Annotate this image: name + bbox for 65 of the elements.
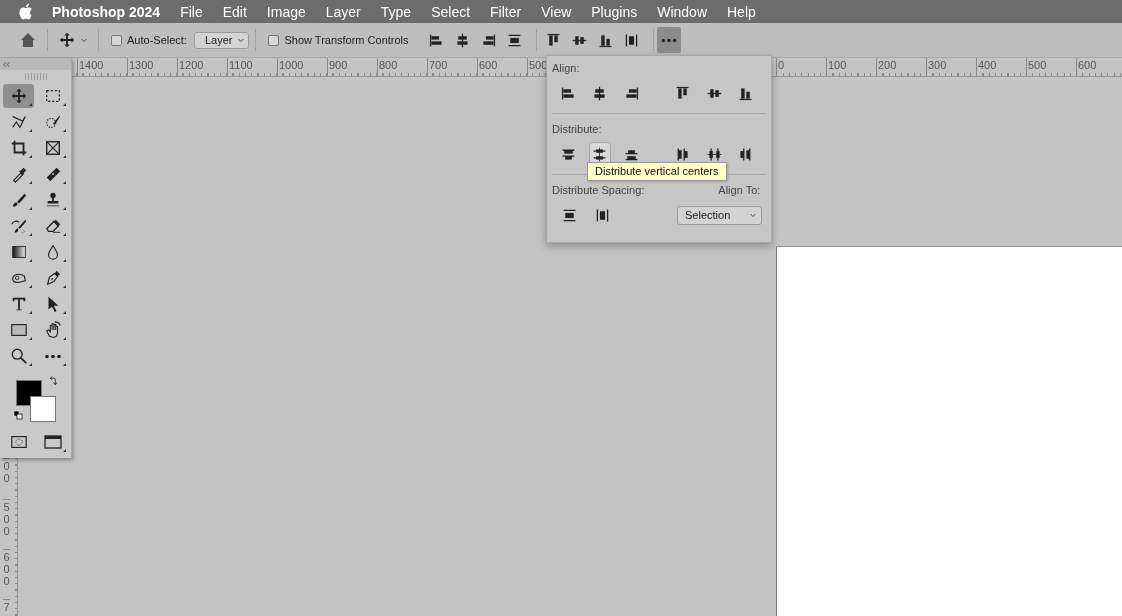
align-label: Align: bbox=[552, 62, 581, 75]
ruler-label: 1300 bbox=[127, 58, 154, 76]
tool-button[interactable] bbox=[3, 84, 34, 108]
ruler-label: 700 bbox=[427, 58, 448, 76]
ruler-label: 1200 bbox=[177, 58, 204, 76]
grip-handle[interactable] bbox=[24, 73, 47, 80]
crop-icon bbox=[9, 139, 28, 157]
menu-item[interactable]: File bbox=[180, 3, 203, 20]
more-options-button[interactable] bbox=[656, 27, 681, 53]
ruler-label: 600 bbox=[3, 549, 10, 587]
ruler-label: 500 bbox=[3, 499, 10, 537]
align-to-label: Align To: bbox=[718, 184, 761, 197]
menu-item[interactable]: Filter bbox=[490, 3, 522, 20]
marquee-icon bbox=[43, 87, 62, 105]
ruler-label: 7 bbox=[3, 599, 10, 613]
rectangle-icon bbox=[9, 321, 28, 339]
tooltip: Distribute vertical centers bbox=[587, 162, 727, 181]
layer-dropdown[interactable]: Layer bbox=[193, 31, 250, 49]
more-icon bbox=[660, 37, 677, 43]
more-icon bbox=[43, 353, 62, 359]
move-icon bbox=[57, 31, 76, 49]
ruler-label: 1400 bbox=[77, 58, 104, 76]
menu-item[interactable]: Layer bbox=[325, 3, 361, 20]
align-to-dropdown[interactable]: Selection bbox=[677, 205, 762, 225]
gradient-icon bbox=[9, 243, 28, 261]
menu-item[interactable]: Plugins bbox=[591, 3, 638, 20]
history-brush-icon bbox=[9, 217, 28, 235]
screen-mode-icon bbox=[42, 432, 63, 452]
auto-select-checkbox[interactable] bbox=[111, 34, 122, 46]
menu-item[interactable]: Image bbox=[266, 3, 306, 20]
menu-item[interactable]: Window bbox=[657, 3, 707, 20]
ruler-label: 600 bbox=[1076, 58, 1097, 76]
distribute-spacing-label: Distribute Spacing: bbox=[552, 184, 645, 197]
zoom-icon bbox=[9, 347, 28, 365]
menu-item[interactable]: Type bbox=[380, 3, 412, 20]
ruler-label: 600 bbox=[477, 58, 498, 76]
quick-selection-icon bbox=[43, 113, 62, 131]
hand-icon bbox=[43, 321, 62, 339]
ruler-label: 1100 bbox=[227, 58, 253, 76]
move-icon bbox=[9, 87, 28, 105]
transform-controls-checkbox[interactable] bbox=[268, 34, 280, 46]
ruler-label: 800 bbox=[377, 58, 398, 76]
ruler-label: 300 bbox=[926, 58, 947, 76]
transform-controls-label: Show Transform Controls bbox=[284, 34, 409, 46]
ruler-label: 100 bbox=[826, 58, 847, 76]
ruler-label: 900 bbox=[327, 58, 348, 76]
ruler-label: 400 bbox=[976, 58, 997, 76]
menu-item[interactable]: Help bbox=[727, 3, 756, 20]
mask-icon bbox=[9, 433, 28, 451]
ruler-label: 1000 bbox=[277, 58, 304, 76]
auto-select-label: Auto-Select: bbox=[127, 34, 187, 46]
menu-item[interactable]: Edit bbox=[222, 3, 247, 20]
eraser-icon bbox=[43, 217, 62, 235]
distribute-label: Distribute: bbox=[552, 123, 603, 136]
swap-icon bbox=[47, 376, 58, 387]
default-colors-icon bbox=[13, 410, 23, 420]
menu-item[interactable]: Select bbox=[431, 3, 471, 20]
ruler-label: 500 bbox=[1026, 58, 1047, 76]
apple-icon[interactable] bbox=[18, 3, 33, 20]
app-name-menu[interactable]: Photoshop 2024 bbox=[52, 3, 161, 20]
ruler-label: 200 bbox=[876, 58, 897, 76]
ruler-label: 0 bbox=[776, 58, 785, 76]
frame-icon bbox=[43, 139, 62, 157]
menu-item[interactable]: View bbox=[541, 3, 572, 20]
background-color-swatch[interactable] bbox=[30, 396, 56, 422]
